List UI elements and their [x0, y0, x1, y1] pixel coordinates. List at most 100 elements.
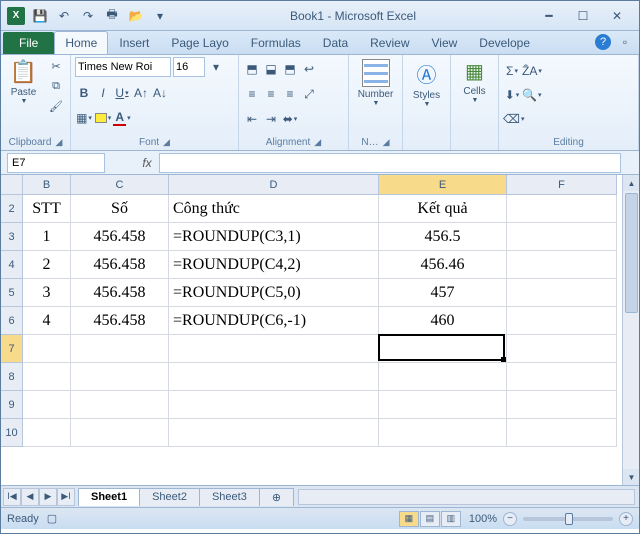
cell-C4[interactable]: 456.458	[71, 251, 169, 279]
tab-view[interactable]: View	[421, 31, 469, 54]
page-break-view-icon[interactable]: ▥	[441, 511, 461, 527]
fill-color-button[interactable]: ▾	[94, 109, 112, 127]
cell-C3[interactable]: 456.458	[71, 223, 169, 251]
last-sheet-icon[interactable]: ▶I	[57, 488, 75, 506]
bold-button[interactable]: B	[75, 84, 93, 102]
cell-F9[interactable]	[507, 391, 617, 419]
italic-button[interactable]: I	[94, 84, 112, 102]
row-header-2[interactable]: 2	[1, 195, 23, 223]
cell-E5[interactable]: 457	[379, 279, 507, 307]
worksheet-grid[interactable]: BCDEF 2345678910 STTSốCông thứcKết quả14…	[1, 175, 639, 485]
row-header-5[interactable]: 5	[1, 279, 23, 307]
cell-C5[interactable]: 456.458	[71, 279, 169, 307]
cell-B8[interactable]	[23, 363, 71, 391]
row-header-6[interactable]: 6	[1, 307, 23, 335]
cell-C7[interactable]	[71, 335, 169, 363]
cell-D10[interactable]	[169, 419, 379, 447]
font-launcher-icon[interactable]: ◢	[163, 137, 170, 148]
font-color-button[interactable]: A▾	[113, 109, 131, 127]
clipboard-launcher-icon[interactable]: ◢	[55, 137, 62, 148]
help-icon[interactable]: ?	[595, 34, 611, 50]
macro-record-icon[interactable]: ▢	[47, 512, 57, 525]
cell-B9[interactable]	[23, 391, 71, 419]
zoom-level[interactable]: 100%	[469, 513, 497, 525]
first-sheet-icon[interactable]: I◀	[3, 488, 21, 506]
number-launcher-icon[interactable]: ◢	[383, 137, 390, 148]
cell-F3[interactable]	[507, 223, 617, 251]
excel-logo[interactable]: X	[5, 5, 27, 27]
cell-D7[interactable]	[169, 335, 379, 363]
format-painter-icon[interactable]: 🖌	[46, 97, 66, 115]
tab-home[interactable]: Home	[54, 31, 108, 54]
redo-icon[interactable]: ↷	[77, 5, 99, 27]
sheet-tab-sheet2[interactable]: Sheet2	[139, 488, 200, 506]
cell-E10[interactable]	[379, 419, 507, 447]
qat-dropdown-icon[interactable]: ▾	[207, 58, 225, 76]
cell-D2[interactable]: Công thức	[169, 195, 379, 223]
underline-button[interactable]: U▾	[113, 84, 131, 102]
open-icon[interactable]: 📂	[125, 5, 147, 27]
cell-D3[interactable]: =ROUNDUP(C3,1)	[169, 223, 379, 251]
sheet-tab-sheet3[interactable]: Sheet3	[199, 488, 260, 506]
styles-button[interactable]: Ⓐ Styles ▼	[407, 57, 446, 110]
cut-icon[interactable]: ✂	[46, 57, 66, 75]
zoom-out-button[interactable]: −	[503, 512, 517, 526]
cell-F5[interactable]	[507, 279, 617, 307]
cell-E8[interactable]	[379, 363, 507, 391]
col-header-B[interactable]: B	[23, 175, 71, 195]
cell-F7[interactable]	[507, 335, 617, 363]
maximize-button[interactable]: ☐	[569, 6, 597, 26]
row-header-7[interactable]: 7	[1, 335, 23, 363]
zoom-in-button[interactable]: +	[619, 512, 633, 526]
cell-F10[interactable]	[507, 419, 617, 447]
row-header-4[interactable]: 4	[1, 251, 23, 279]
col-header-E[interactable]: E	[379, 175, 507, 195]
alignment-launcher-icon[interactable]: ◢	[314, 137, 321, 148]
save-icon[interactable]: 💾	[29, 5, 51, 27]
grow-font-button[interactable]: A↑	[132, 84, 150, 102]
cell-E7[interactable]	[379, 335, 507, 363]
align-center-icon[interactable]: ≡	[262, 85, 280, 103]
vertical-scrollbar[interactable]: ▲ ▼	[622, 175, 639, 485]
wrap-text-icon[interactable]: ↩	[300, 60, 318, 78]
minimize-ribbon-icon[interactable]: ㅤ	[573, 34, 589, 50]
ribbon-options-icon[interactable]: ▫	[617, 34, 633, 50]
fx-icon[interactable]: fx	[135, 156, 159, 170]
cell-B3[interactable]: 1	[23, 223, 71, 251]
select-all-corner[interactable]	[1, 175, 23, 195]
cell-C6[interactable]: 456.458	[71, 307, 169, 335]
col-header-F[interactable]: F	[507, 175, 617, 195]
print-icon[interactable]: 🖶	[101, 5, 123, 27]
prev-sheet-icon[interactable]: ◀	[21, 488, 39, 506]
col-header-C[interactable]: C	[71, 175, 169, 195]
align-bottom-icon[interactable]: ⬒	[281, 60, 299, 78]
page-layout-view-icon[interactable]: ▤	[420, 511, 440, 527]
file-tab[interactable]: File	[3, 32, 54, 54]
normal-view-icon[interactable]: ▦	[399, 511, 419, 527]
cell-D9[interactable]	[169, 391, 379, 419]
cell-B6[interactable]: 4	[23, 307, 71, 335]
cells-area[interactable]: STTSốCông thứcKết quả1456.458=ROUNDUP(C3…	[23, 195, 617, 447]
tab-develope[interactable]: Develope	[468, 31, 541, 54]
undo-icon[interactable]: ↶	[53, 5, 75, 27]
scroll-up-icon[interactable]: ▲	[623, 175, 639, 191]
scroll-down-icon[interactable]: ▼	[623, 469, 639, 485]
cell-B10[interactable]	[23, 419, 71, 447]
cell-C9[interactable]	[71, 391, 169, 419]
find-select-icon[interactable]: 🔍▾	[522, 86, 541, 104]
cell-E2[interactable]: Kết quả	[379, 195, 507, 223]
cell-B2[interactable]: STT	[23, 195, 71, 223]
cell-C10[interactable]	[71, 419, 169, 447]
font-size-select[interactable]	[173, 57, 205, 77]
autosum-icon[interactable]: Σ▾	[503, 62, 521, 80]
cell-C2[interactable]: Số	[71, 195, 169, 223]
font-name-select[interactable]	[75, 57, 171, 77]
zoom-thumb[interactable]	[565, 513, 573, 525]
orientation-icon[interactable]: ⤢	[300, 85, 318, 103]
cell-E9[interactable]	[379, 391, 507, 419]
cells-button[interactable]: ▦ Cells ▼	[455, 57, 494, 106]
tab-review[interactable]: Review	[359, 31, 420, 54]
clear-icon[interactable]: ⌫▾	[503, 110, 524, 128]
tab-insert[interactable]: Insert	[108, 31, 160, 54]
cell-D5[interactable]: =ROUNDUP(C5,0)	[169, 279, 379, 307]
